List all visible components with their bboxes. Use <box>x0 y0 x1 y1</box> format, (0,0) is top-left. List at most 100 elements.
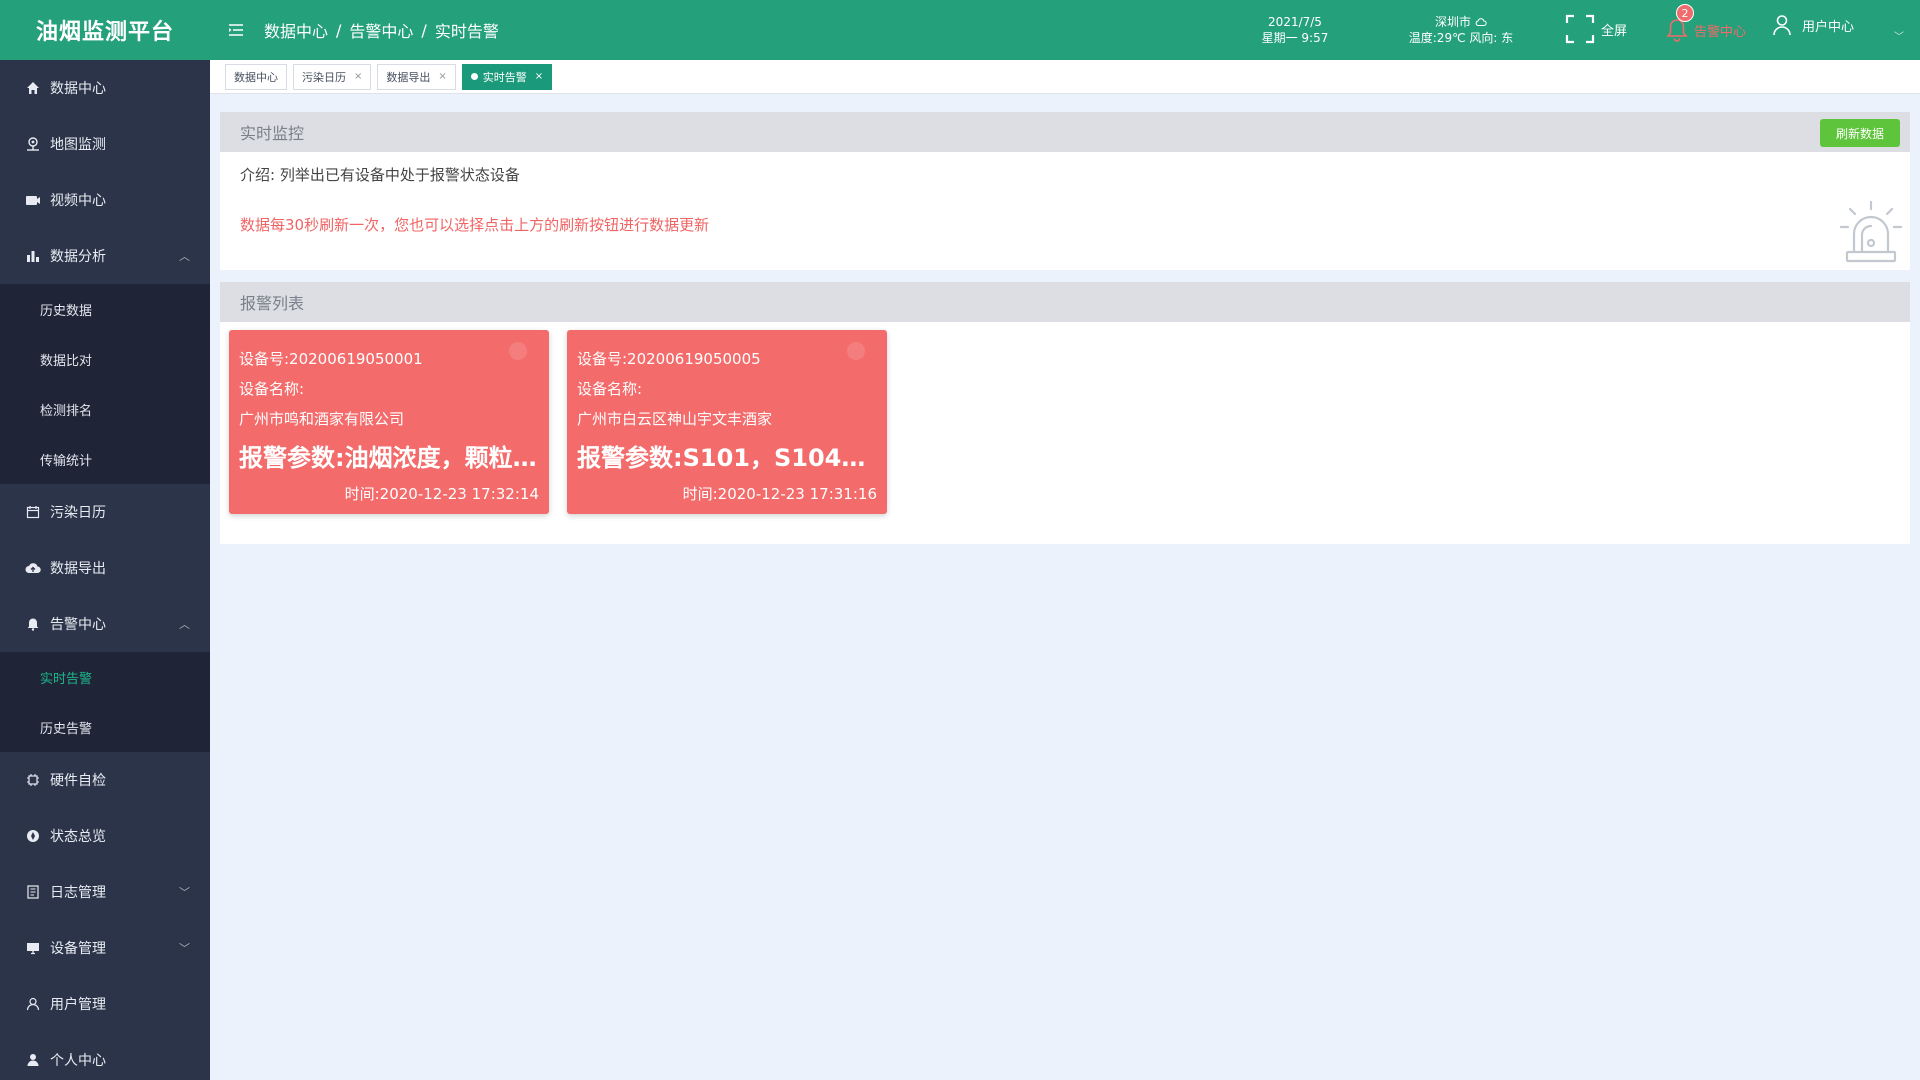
breadcrumb-item[interactable]: 告警中心 <box>349 18 413 42</box>
sidebar-item-label: 污染日历 <box>50 505 106 521</box>
sidebar-item-label: 数据中心 <box>50 81 106 97</box>
alarm-card[interactable]: 设备号:20200619050001 设备名称: 广州市鸣和酒家有限公司 报警参… <box>229 330 549 514</box>
sidebar-item-device-management[interactable]: 设备管理 ﹀ <box>0 920 210 976</box>
sidebar-item-detect-ranking[interactable]: 检测排名 <box>0 384 210 434</box>
chip-icon <box>24 771 42 789</box>
alarm-params: 报警参数:S101，S104，S105 <box>577 444 877 472</box>
chevron-down-icon: ﹀ <box>179 942 190 955</box>
header-datetime: 2021/7/5 星期一 9:57 <box>1250 14 1340 46</box>
tab-realtime-alarm[interactable]: 实时告警 × <box>461 63 553 90</box>
alarm-list-panel: 报警列表 设备号:20200619050001 设备名称: 广州市鸣和酒家有限公… <box>220 282 1910 544</box>
close-icon[interactable]: × <box>535 71 543 82</box>
sidebar-item-label: 数据导出 <box>50 561 106 577</box>
alarm-card[interactable]: 设备号:20200619050005 设备名称: 广州市白云区神山宇文丰酒家 报… <box>567 330 887 514</box>
sidebar-item-label: 设备管理 <box>50 941 106 957</box>
app-logo[interactable]: 油烟监测平台 <box>0 0 210 60</box>
sidebar-item-label: 用户管理 <box>50 997 106 1013</box>
alarm-params: 报警参数:油烟浓度，颗粒物浓度 <box>239 444 539 472</box>
sidebar-item-label: 地图监测 <box>50 137 106 153</box>
alarm-count-badge: 2 <box>1676 4 1694 22</box>
panel-header: 实时监控 刷新数据 <box>220 112 1910 152</box>
sidebar-item-transfer-stats[interactable]: 传输统计 <box>0 434 210 484</box>
chevron-down-icon[interactable]: ﹀ <box>1894 28 1904 43</box>
user-center-label: 用户中心 <box>1802 19 1855 35</box>
header-city: 深圳市 <box>1434 15 1471 29</box>
sidebar-item-history-data[interactable]: 历史数据 <box>0 284 210 334</box>
chevron-up-icon: ︿ <box>179 618 190 631</box>
cloud-upload-icon <box>24 559 42 577</box>
chevron-down-icon: ﹀ <box>179 886 190 899</box>
bell-icon: 2 <box>1666 4 1694 42</box>
chevron-up-icon: ︿ <box>179 250 190 263</box>
sidebar-item-realtime-alarm[interactable]: 实时告警 <box>0 652 210 702</box>
card-dot-icon <box>847 342 865 360</box>
card-dot-icon <box>509 342 527 360</box>
sidebar-item-personal-center[interactable]: 个人中心 <box>0 1032 210 1080</box>
device-name: 广州市鸣和酒家有限公司 <box>239 410 405 428</box>
tabs-bar: 数据中心 污染日历 × 数据导出 × 实时告警 × <box>210 60 1920 94</box>
breadcrumb-item[interactable]: 数据中心 <box>264 18 328 42</box>
sidebar-item-map[interactable]: 地图监测 <box>0 116 210 172</box>
device-number: 设备号:20200619050005 <box>577 350 761 368</box>
sidebar-item-pollution-calendar[interactable]: 污染日历 <box>0 484 210 540</box>
sidebar-item-status-overview[interactable]: 状态总览 <box>0 808 210 864</box>
top-header: 数据中心 / 告警中心 / 实时告警 2021/7/5 星期一 9:57 深圳市… <box>210 0 1920 60</box>
tab-label: 数据中心 <box>234 70 278 84</box>
bar-chart-icon <box>24 247 42 265</box>
calendar-icon <box>24 503 42 521</box>
siren-icon <box>1838 200 1904 266</box>
panel-title: 实时监控 <box>240 124 305 143</box>
sidebar-item-label: 日志管理 <box>50 885 106 901</box>
sidebar-item-video[interactable]: 视频中心 <box>0 172 210 228</box>
breadcrumb-separator: / <box>421 20 427 40</box>
sidebar-item-label: 硬件自检 <box>50 773 106 789</box>
fullscreen-label: 全屏 <box>1601 23 1628 39</box>
fullscreen-button[interactable]: 全屏 <box>1565 14 1627 44</box>
sidebar-item-history-alarm[interactable]: 历史告警 <box>0 702 210 752</box>
refresh-data-button[interactable]: 刷新数据 <box>1819 119 1900 147</box>
sidebar-item-label: 状态总览 <box>50 829 106 845</box>
sidebar-item-data-compare[interactable]: 数据比对 <box>0 334 210 384</box>
user-icon <box>24 995 42 1013</box>
sidebar-item-label: 告警中心 <box>50 617 106 633</box>
user-icon <box>1772 14 1792 36</box>
breadcrumb: 数据中心 / 告警中心 / 实时告警 <box>264 18 499 42</box>
sidebar: 油烟监测平台 数据中心 地图监测 视频中心 数据分析 ︿ 历史数据 数据比对 检… <box>0 0 210 1080</box>
panel-header: 报警列表 <box>220 282 1910 322</box>
device-name: 广州市白云区神山宇文丰酒家 <box>577 410 773 428</box>
user-center-button[interactable]: 用户中心 <box>1772 14 1854 36</box>
realtime-monitor-panel: 实时监控 刷新数据 介绍: 列举出已有设备中处于报警状态设备 数据每30秒刷新一… <box>220 112 1910 270</box>
sidebar-item-hardware-check[interactable]: 硬件自检 <box>0 752 210 808</box>
breadcrumb-item-current: 实时告警 <box>434 22 499 41</box>
header-date: 2021/7/5 <box>1268 15 1322 29</box>
tab-label: 数据导出 <box>386 70 431 84</box>
tab-data-center[interactable]: 数据中心 <box>225 63 287 90</box>
device-number: 设备号:20200619050001 <box>239 350 423 368</box>
sidebar-item-data-center[interactable]: 数据中心 <box>0 60 210 116</box>
alarm-center-button[interactable]: 2 告警中心 <box>1666 4 1746 42</box>
menu-toggle-icon[interactable] <box>226 20 246 40</box>
submenu-alarm-center: 实时告警 历史告警 <box>0 652 210 752</box>
device-name-label: 设备名称: <box>239 380 305 398</box>
camera-icon <box>24 191 42 209</box>
fullscreen-icon <box>1565 14 1595 44</box>
sidebar-item-data-analysis[interactable]: 数据分析 ︿ <box>0 228 210 284</box>
close-icon[interactable]: × <box>438 71 446 82</box>
sidebar-item-log-management[interactable]: 日志管理 ﹀ <box>0 864 210 920</box>
person-icon <box>24 1051 42 1069</box>
tab-pollution-calendar[interactable]: 污染日历 × <box>293 63 372 90</box>
sidebar-item-user-management[interactable]: 用户管理 <box>0 976 210 1032</box>
map-pin-icon <box>24 135 42 153</box>
sidebar-item-alarm-center[interactable]: 告警中心 ︿ <box>0 596 210 652</box>
tab-data-export[interactable]: 数据导出 × <box>377 63 456 90</box>
alarm-time: 时间:2020-12-23 17:32:14 <box>344 485 539 503</box>
breadcrumb-separator: / <box>336 20 342 40</box>
close-icon[interactable]: × <box>354 71 362 82</box>
header-weather-detail: 温度:29℃ 风向: 东 <box>1408 31 1514 45</box>
active-dot-icon <box>470 73 478 80</box>
submenu-data-analysis: 历史数据 数据比对 检测排名 传输统计 <box>0 284 210 484</box>
tab-label: 实时告警 <box>482 70 527 84</box>
alarm-time: 时间:2020-12-23 17:31:16 <box>682 485 877 503</box>
home-icon <box>24 79 42 97</box>
sidebar-item-data-export[interactable]: 数据导出 <box>0 540 210 596</box>
